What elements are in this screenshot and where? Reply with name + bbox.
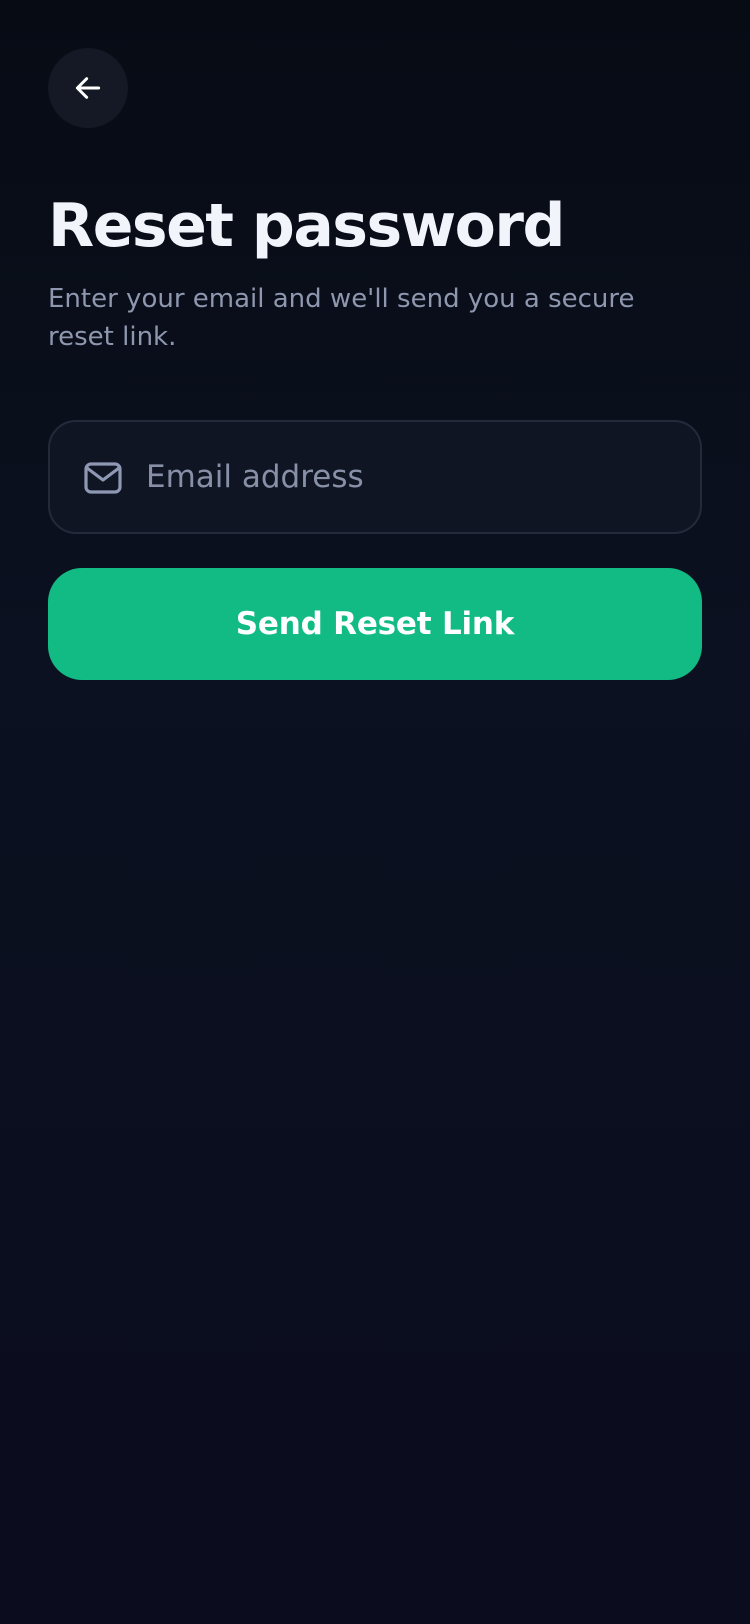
page-title: Reset password [48, 191, 565, 261]
send-reset-link-button[interactable]: Send Reset Link [48, 568, 702, 680]
back-button[interactable] [48, 48, 128, 128]
page-subtitle: Enter your email and we'll send you a se… [48, 284, 635, 352]
email-field[interactable] [48, 420, 702, 534]
email-input[interactable] [146, 422, 676, 532]
send-reset-link-label: Send Reset Link [235, 606, 515, 642]
mail-icon [84, 462, 122, 494]
arrow-left-icon [72, 72, 104, 104]
reset-password-screen: Reset password Enter your email and we'l… [0, 0, 750, 1624]
